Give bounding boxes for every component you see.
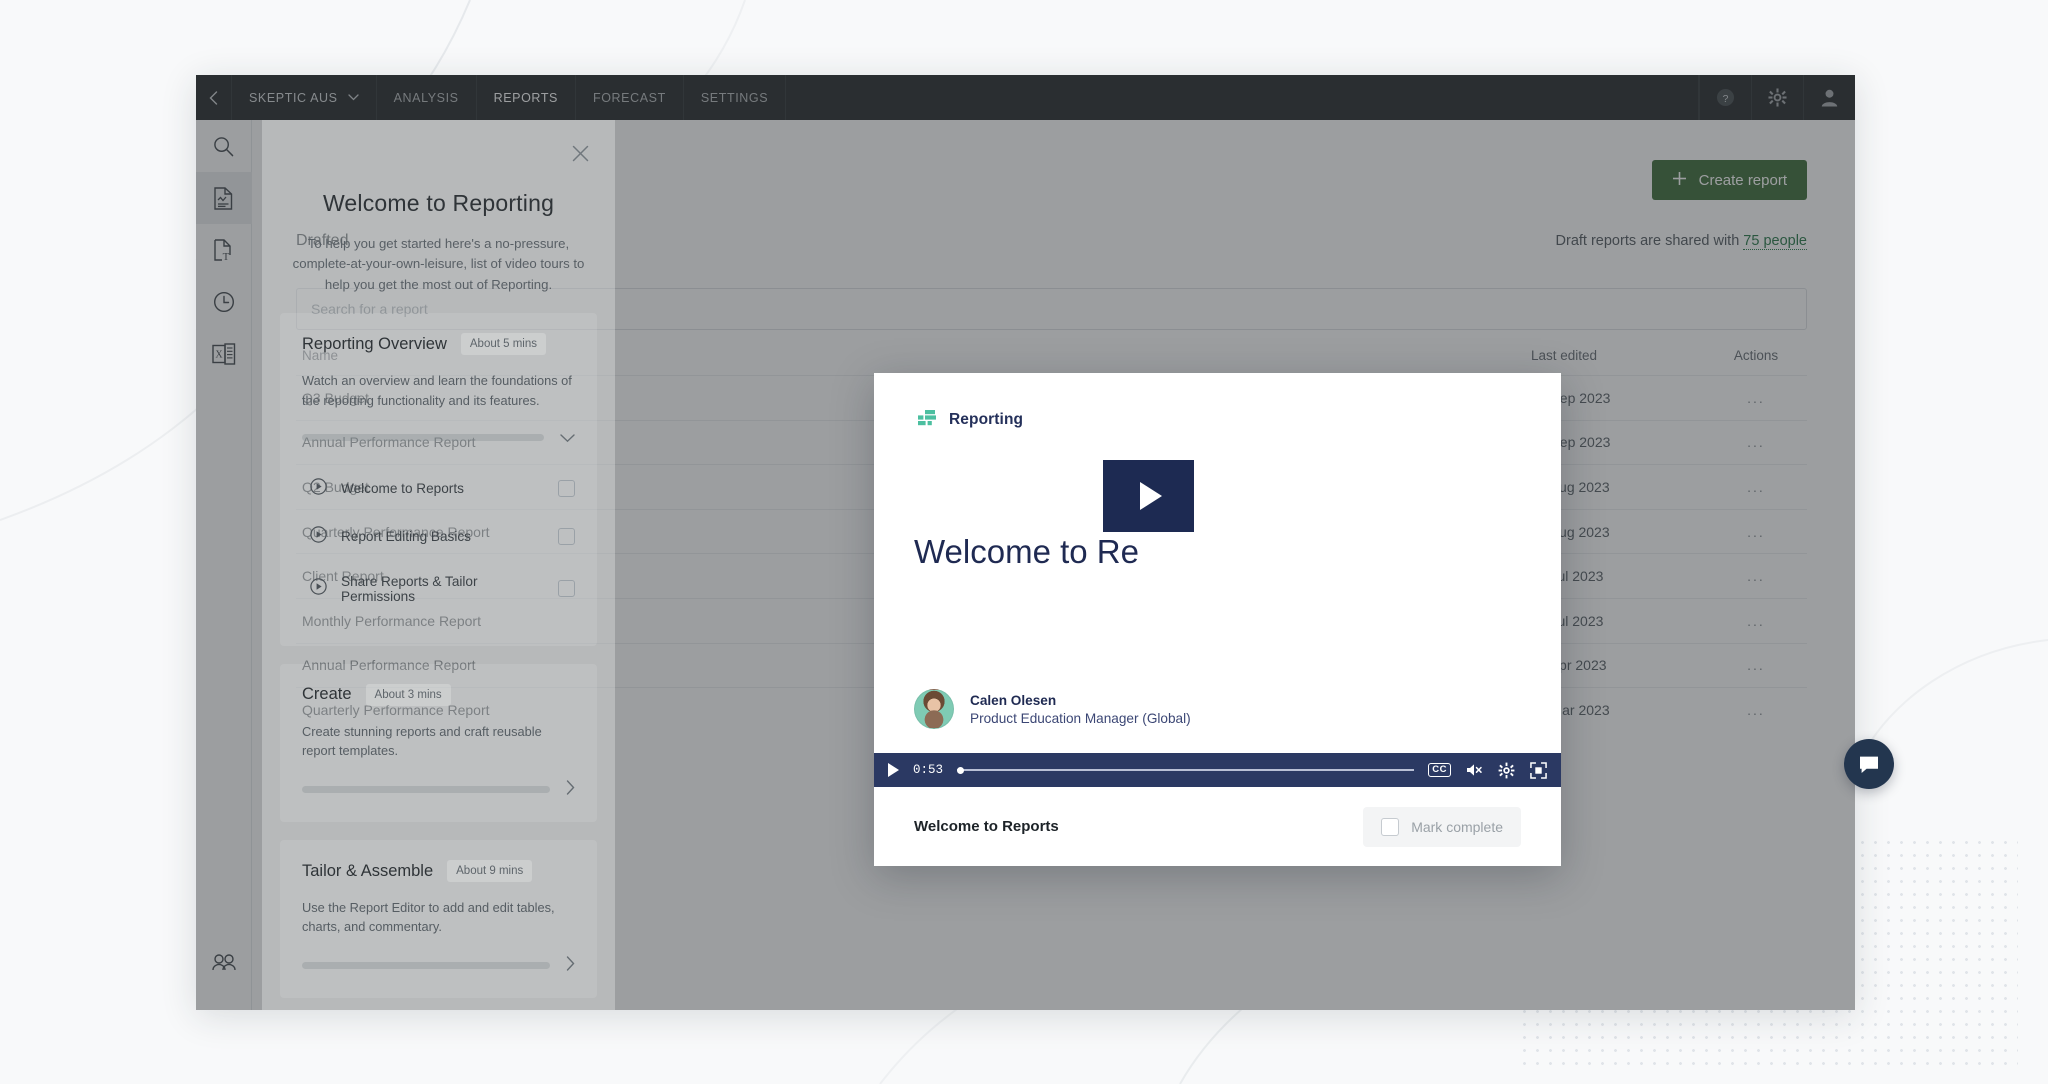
video-fullscreen-button[interactable] bbox=[1529, 761, 1547, 779]
tour-close-button[interactable] bbox=[567, 140, 593, 166]
reporting-logo-text: Reporting bbox=[949, 410, 1024, 428]
tour-section-header[interactable]: Reporting Overview About 5 mins bbox=[302, 333, 575, 356]
intercom-launcher-button[interactable] bbox=[1844, 739, 1894, 789]
fullscreen-icon bbox=[1529, 761, 1547, 779]
video-time-label: 0:53 bbox=[913, 763, 944, 777]
volume-muted-button[interactable] bbox=[1465, 761, 1483, 779]
volume-muted-icon bbox=[1466, 764, 1482, 776]
lesson-complete-checkbox[interactable] bbox=[558, 480, 575, 498]
tour-section-description: Watch an overview and learn the foundati… bbox=[302, 373, 572, 408]
lesson-item[interactable]: Welcome to Reports bbox=[302, 470, 575, 508]
tour-section-title: Reporting Overview bbox=[302, 334, 447, 353]
tour-header: Welcome to Reporting To help you get sta… bbox=[262, 120, 615, 295]
tour-section-progress bbox=[302, 780, 575, 798]
play-circle-icon bbox=[310, 478, 327, 500]
video-footer: Welcome to Reports Mark complete bbox=[874, 787, 1561, 866]
tour-section-duration: About 5 mins bbox=[460, 333, 547, 356]
tour-title: Welcome to Reporting bbox=[322, 190, 555, 216]
page-root: SKEPTIC AUS ANALYSIS REPORTS FORECAST SE… bbox=[0, 0, 2048, 1084]
lesson-title: Welcome to Reports bbox=[914, 818, 1059, 835]
lesson-complete-checkbox[interactable] bbox=[558, 528, 575, 546]
video-play-button[interactable] bbox=[1103, 460, 1194, 532]
progress-knob[interactable] bbox=[957, 766, 965, 774]
progress-track bbox=[957, 769, 1415, 771]
tour-section-title: Create bbox=[302, 685, 352, 704]
progress-bar bbox=[302, 434, 544, 442]
video-progress-scrubber[interactable] bbox=[957, 763, 1415, 777]
tour-section-progress bbox=[302, 430, 575, 446]
tour-section-duration: About 3 mins bbox=[365, 683, 451, 706]
tour-sections: Reporting Overview About 5 mins Watch an o… bbox=[262, 313, 615, 1010]
avatar bbox=[914, 689, 954, 729]
reporting-logo: Reporting bbox=[918, 410, 1023, 429]
lesson-label: Welcome to Reports bbox=[341, 481, 464, 497]
tour-section[interactable]: Reporting Overview About 5 mins Watch an o… bbox=[280, 313, 597, 646]
lesson-label: Report Editing Basics bbox=[341, 529, 471, 545]
tour-section-title: Tailor & Assemble bbox=[302, 861, 434, 880]
video-play-control[interactable] bbox=[888, 763, 899, 777]
play-icon bbox=[1140, 482, 1162, 510]
presenter-name: Calen Olesen bbox=[970, 692, 1057, 708]
tour-section[interactable]: Create About 3 mins Create stunning report… bbox=[280, 663, 597, 823]
tour-panel: Welcome to Reporting To help you get sta… bbox=[262, 120, 615, 1010]
video-stage[interactable]: Reporting Welcome to Re Calen Olesen Pro… bbox=[874, 373, 1561, 753]
video-headline: Welcome to Re bbox=[914, 533, 1139, 570]
tour-section-header[interactable]: Tailor & Assemble About 9 mins bbox=[302, 860, 575, 883]
video-control-bar: 0:53 CC bbox=[874, 753, 1561, 787]
chevron-down-icon[interactable] bbox=[560, 430, 575, 446]
reporting-logo-mark bbox=[918, 410, 936, 426]
play-circle-icon bbox=[310, 526, 327, 548]
lesson-label: Share Reports & Tailor Permissions bbox=[341, 573, 478, 604]
presenter-role: Product Education Manager (Global) bbox=[970, 710, 1191, 726]
chevron-right-icon[interactable] bbox=[566, 780, 575, 798]
tour-subtitle: To help you get started here's a no-pres… bbox=[292, 236, 585, 292]
lesson-item[interactable]: Share Reports & Tailor Permissions bbox=[302, 566, 575, 612]
video-settings-button[interactable] bbox=[1497, 761, 1515, 779]
app-window: SKEPTIC AUS ANALYSIS REPORTS FORECAST SE… bbox=[196, 75, 1855, 1010]
video-modal: Reporting Welcome to Re Calen Olesen Pro… bbox=[874, 373, 1561, 866]
lesson-item[interactable]: Report Editing Basics bbox=[302, 518, 575, 556]
closed-captions-button[interactable]: CC bbox=[1428, 762, 1451, 778]
presenter-info: Calen Olesen Product Education Manager (… bbox=[914, 689, 1191, 729]
play-circle-icon bbox=[310, 578, 327, 600]
tour-section-duration: About 9 mins bbox=[447, 860, 533, 883]
mark-complete-label: Mark complete bbox=[1411, 818, 1503, 835]
tour-section-description: Use the Report Editor to add and edit ta… bbox=[302, 900, 555, 935]
gear-icon bbox=[1498, 762, 1514, 778]
chat-icon bbox=[1860, 756, 1878, 773]
progress-bar bbox=[302, 961, 550, 969]
tour-section-header[interactable]: Create About 3 mins bbox=[302, 683, 575, 706]
close-icon bbox=[572, 145, 588, 161]
lesson-list: Welcome to Reports Report Editing Basics S… bbox=[302, 470, 575, 612]
chevron-right-icon[interactable] bbox=[566, 956, 575, 974]
tour-section[interactable]: Tailor & Assemble About 9 mins Use the Rep… bbox=[280, 840, 597, 999]
tour-section-description: Create stunning reports and craft reusab… bbox=[302, 723, 542, 758]
progress-bar bbox=[302, 785, 550, 793]
lesson-complete-checkbox[interactable] bbox=[558, 580, 575, 598]
tour-section-progress bbox=[302, 956, 575, 974]
mark-complete-button[interactable]: Mark complete bbox=[1363, 806, 1521, 847]
mark-complete-checkbox[interactable] bbox=[1381, 817, 1400, 836]
